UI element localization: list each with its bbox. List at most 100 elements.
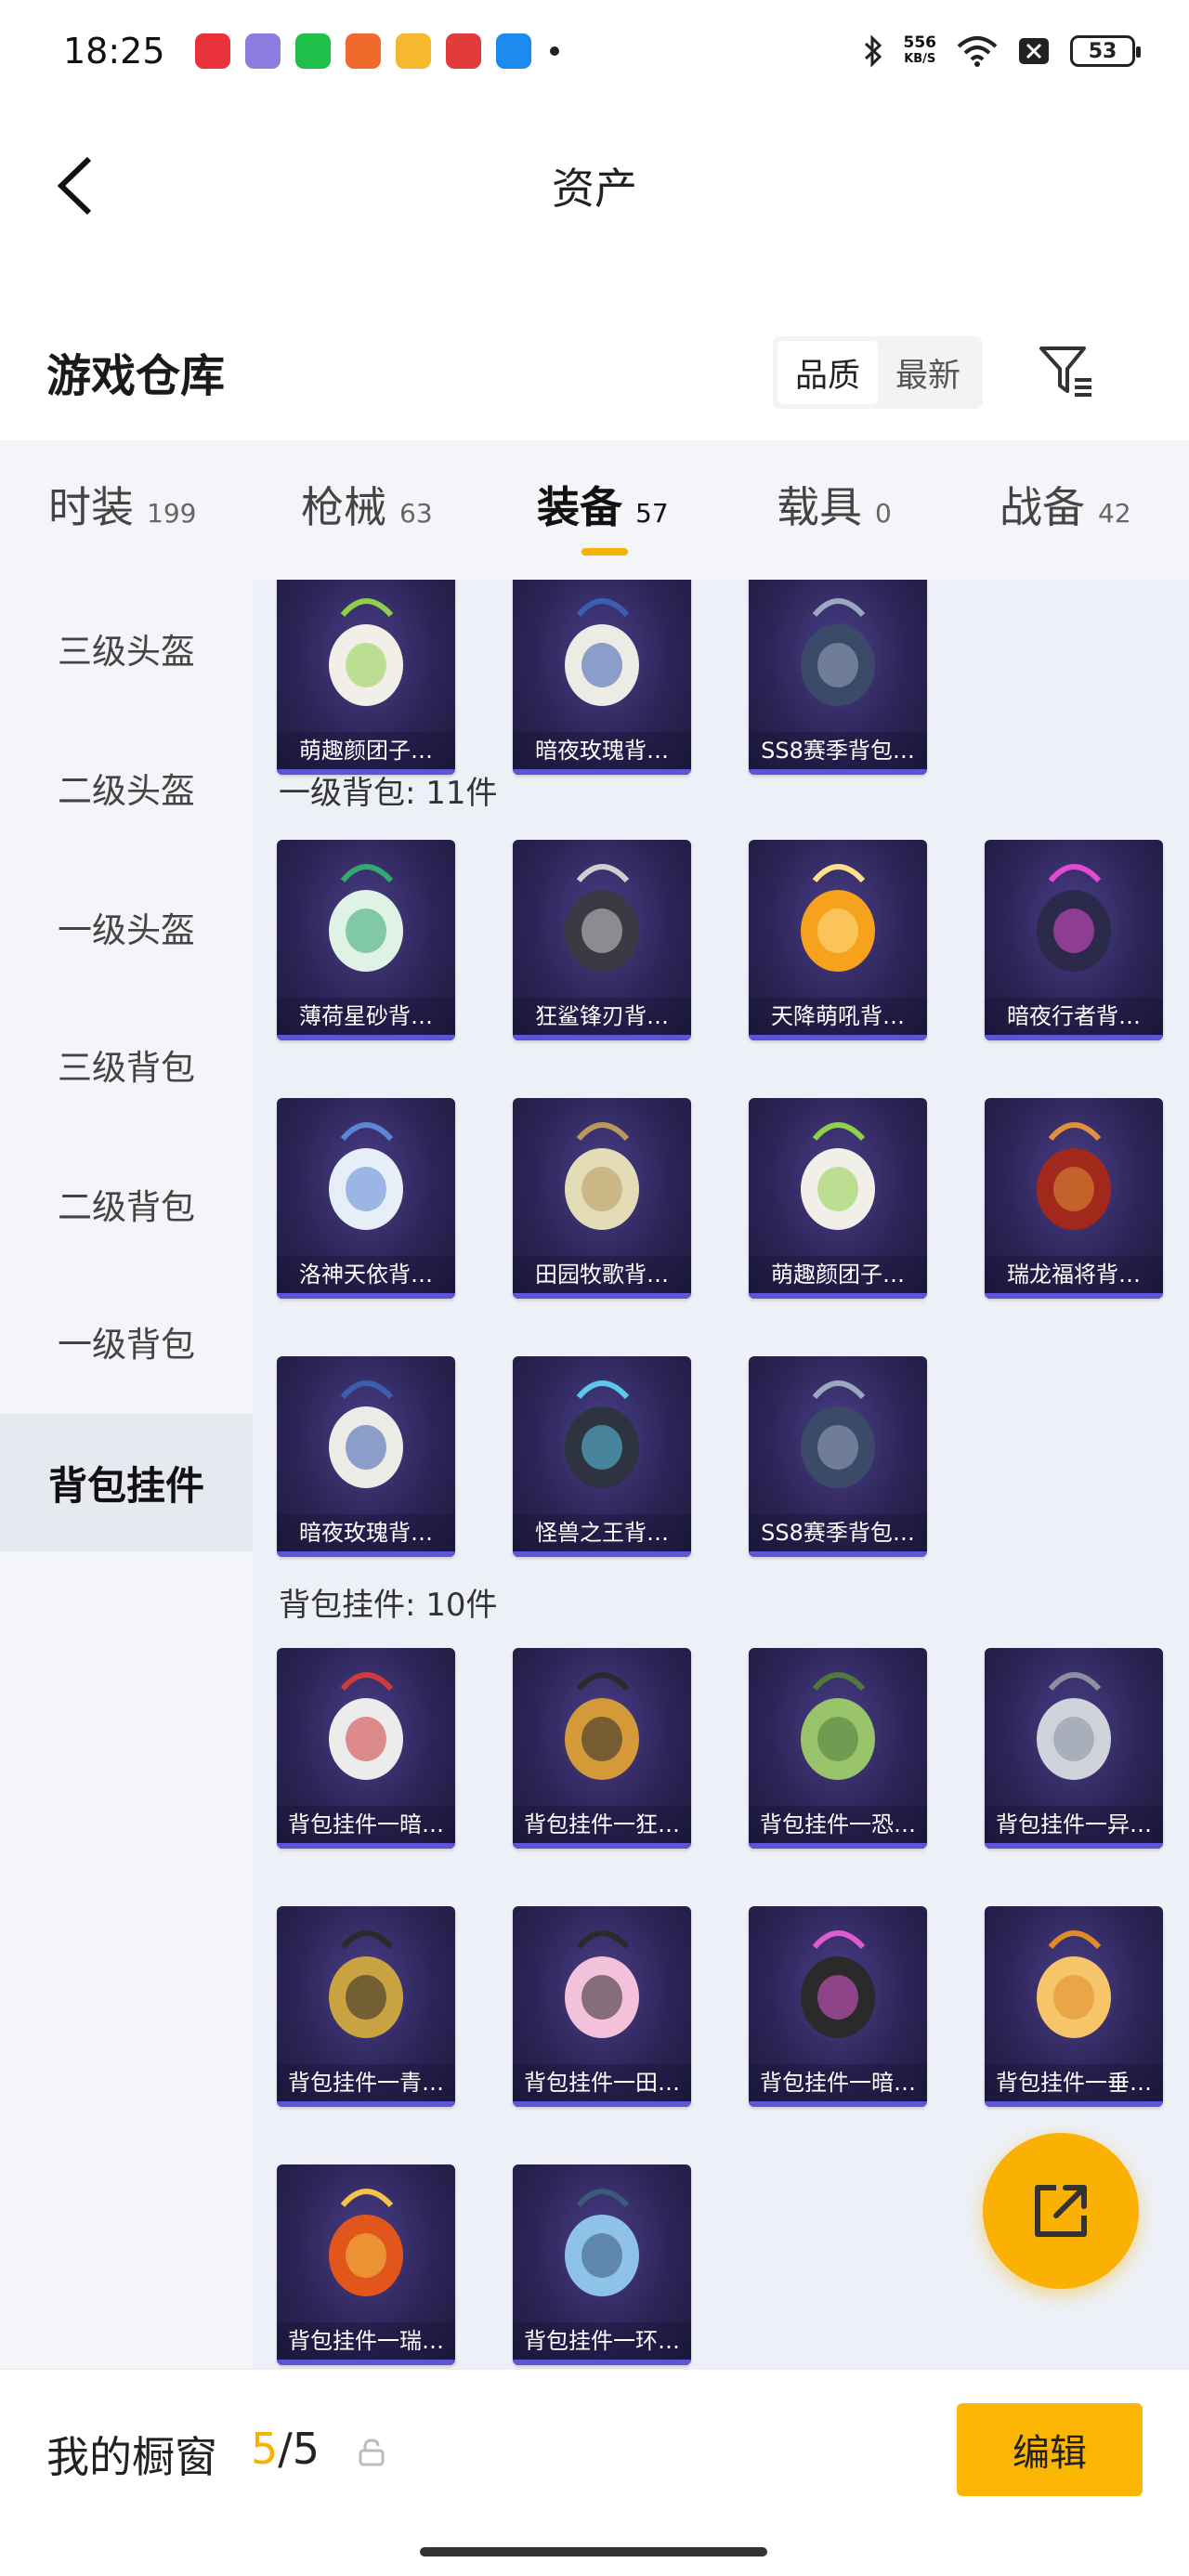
monster-backpack-icon	[565, 1380, 639, 1488]
item-card[interactable]: 背包挂件一青…	[277, 1906, 455, 2107]
item-thumbnail	[985, 1648, 1163, 1804]
item-name: 背包挂件一瑞…	[277, 2322, 455, 2360]
item-thumbnail	[513, 1356, 691, 1512]
rarity-edge	[277, 1843, 455, 1849]
rarity-edge	[985, 1293, 1163, 1299]
wifi-icon	[957, 36, 998, 67]
wing-charm-icon	[1037, 1672, 1111, 1780]
tab-count: 63	[399, 498, 433, 529]
item-name: 背包挂件一暗…	[277, 1806, 455, 1843]
showcase-count: 5/5	[251, 2424, 320, 2474]
unlock-icon	[359, 2439, 385, 2466]
item-thumbnail	[513, 1098, 691, 1254]
tab-supplies[interactable]: 战备 42	[1000, 474, 1131, 535]
item-card[interactable]: 萌趣颜团子…	[749, 1098, 927, 1299]
tab-label: 枪械	[301, 482, 386, 532]
showcase-bar: 我的橱窗 5/5 编辑	[0, 2369, 1189, 2576]
item-thumbnail	[749, 1906, 927, 2062]
tab-firearms[interactable]: 枪械 63	[301, 474, 433, 535]
item-name: 暗夜玫瑰背…	[513, 732, 691, 769]
active-tab-indicator	[581, 548, 628, 556]
rarity-edge	[749, 769, 927, 775]
sort-quality-button[interactable]: 品质	[777, 341, 878, 404]
item-thumbnail	[277, 2164, 455, 2321]
ring-charm-icon	[565, 2189, 639, 2296]
page-title: 资产	[552, 163, 637, 214]
item-card[interactable]: 背包挂件一暗…	[749, 1906, 927, 2107]
back-button[interactable]	[37, 149, 111, 223]
item-card[interactable]: 暗夜行者背…	[985, 840, 1163, 1040]
sidebar-item-level1-backpack[interactable]: 一级背包	[0, 1273, 253, 1410]
item-name: 背包挂件一异…	[985, 1806, 1163, 1843]
item-card[interactable]: SS8赛季背包…	[749, 1356, 927, 1557]
item-card[interactable]: 暗夜玫瑰背…	[513, 580, 691, 775]
item-card[interactable]: 狂鲨锋刃背…	[513, 840, 691, 1040]
sidebar-item-level3-backpack[interactable]: 三级背包	[0, 996, 253, 1133]
item-card[interactable]: 背包挂件一狂…	[513, 1648, 691, 1849]
item-card[interactable]: 背包挂件一异…	[985, 1648, 1163, 1849]
white-bunny-backpack-icon	[329, 598, 403, 706]
home-indicator[interactable]	[420, 2547, 767, 2556]
item-thumbnail	[985, 1098, 1163, 1254]
sidebar-item-level1-helmet[interactable]: 一级头盔	[0, 858, 253, 996]
card-charm-icon	[565, 1930, 639, 2038]
item-card[interactable]: 背包挂件一瑞…	[277, 2164, 455, 2365]
item-name: 田园牧歌背…	[513, 1256, 691, 1293]
bunny-charm-icon	[329, 1672, 403, 1780]
tab-fashion[interactable]: 时装 199	[48, 474, 196, 535]
egg-charm-icon	[801, 1672, 875, 1780]
white-bear-backpack-icon	[329, 1380, 403, 1488]
item-card[interactable]: 天降萌吼背…	[749, 840, 927, 1040]
header-row: 游戏仓库 品质 最新	[0, 316, 1189, 427]
white-bunny-backpack-icon	[801, 1122, 875, 1230]
item-thumbnail	[513, 1906, 691, 2062]
filter-button[interactable]	[1029, 334, 1104, 409]
item-card[interactable]: 田园牧歌背…	[513, 1098, 691, 1299]
item-card[interactable]: 背包挂件一垂…	[985, 1906, 1163, 2107]
item-thumbnail	[277, 1098, 455, 1254]
item-grid[interactable]: 一级背包: 11件 背包挂件: 10件 萌趣颜团子… 暗夜玫瑰背… SS8赛季背…	[253, 580, 1189, 2369]
showcase-total: 5	[292, 2424, 320, 2474]
item-card[interactable]: SS8赛季背包…	[749, 580, 927, 775]
item-name: 薄荷星砂背…	[277, 998, 455, 1035]
item-thumbnail	[749, 580, 927, 730]
sidebar-item-level3-helmet[interactable]: 三级头盔	[0, 580, 253, 717]
tab-equipment[interactable]: 装备 57	[537, 474, 669, 535]
sidebar-item-level2-backpack[interactable]: 二级背包	[0, 1135, 253, 1273]
showcase-separator: /	[278, 2424, 293, 2474]
item-card[interactable]: 怪兽之王背…	[513, 1356, 691, 1557]
item-card[interactable]: 背包挂件一暗…	[277, 1648, 455, 1849]
item-name: 暗夜玫瑰背…	[277, 1514, 455, 1551]
item-card[interactable]: 暗夜玫瑰背…	[277, 1356, 455, 1557]
rarity-edge	[513, 1843, 691, 1849]
rarity-edge	[985, 2101, 1163, 2107]
bluetooth-icon	[864, 34, 882, 68]
tab-count: 57	[635, 498, 669, 529]
item-card[interactable]: 洛神天依背…	[277, 1098, 455, 1299]
rarity-edge	[513, 1293, 691, 1299]
external-link-icon	[1035, 2185, 1087, 2237]
item-card[interactable]: 背包挂件一田…	[513, 1906, 691, 2107]
sort-toggle: 品质 最新	[773, 336, 983, 409]
sidebar-item-level2-helmet[interactable]: 二级头盔	[0, 719, 253, 856]
rarity-edge	[513, 1551, 691, 1557]
battery-indicator: 53	[1070, 35, 1141, 67]
item-thumbnail	[277, 1356, 455, 1512]
item-name: 狂鲨锋刃背…	[513, 998, 691, 1035]
rarity-edge	[277, 1293, 455, 1299]
sidebar-item-backpack-charms[interactable]: 背包挂件	[0, 1414, 253, 1551]
item-name: 洛神天依背…	[277, 1256, 455, 1293]
share-button[interactable]	[983, 2133, 1139, 2289]
item-card[interactable]: 背包挂件一环…	[513, 2164, 691, 2365]
item-card[interactable]: 瑞龙福将背…	[985, 1098, 1163, 1299]
duck-charm-icon	[1037, 1930, 1111, 2038]
sort-latest-button[interactable]: 最新	[878, 341, 978, 404]
edit-button[interactable]: 编辑	[957, 2403, 1143, 2496]
item-name: SS8赛季背包…	[749, 1514, 927, 1551]
item-card[interactable]: 薄荷星砂背…	[277, 840, 455, 1040]
more-notifications-dot	[549, 46, 559, 56]
tab-vehicles[interactable]: 载具 0	[777, 474, 892, 535]
item-card[interactable]: 萌趣颜团子…	[277, 580, 455, 775]
item-card[interactable]: 背包挂件一恐…	[749, 1648, 927, 1849]
item-name: 萌趣颜团子…	[277, 732, 455, 769]
